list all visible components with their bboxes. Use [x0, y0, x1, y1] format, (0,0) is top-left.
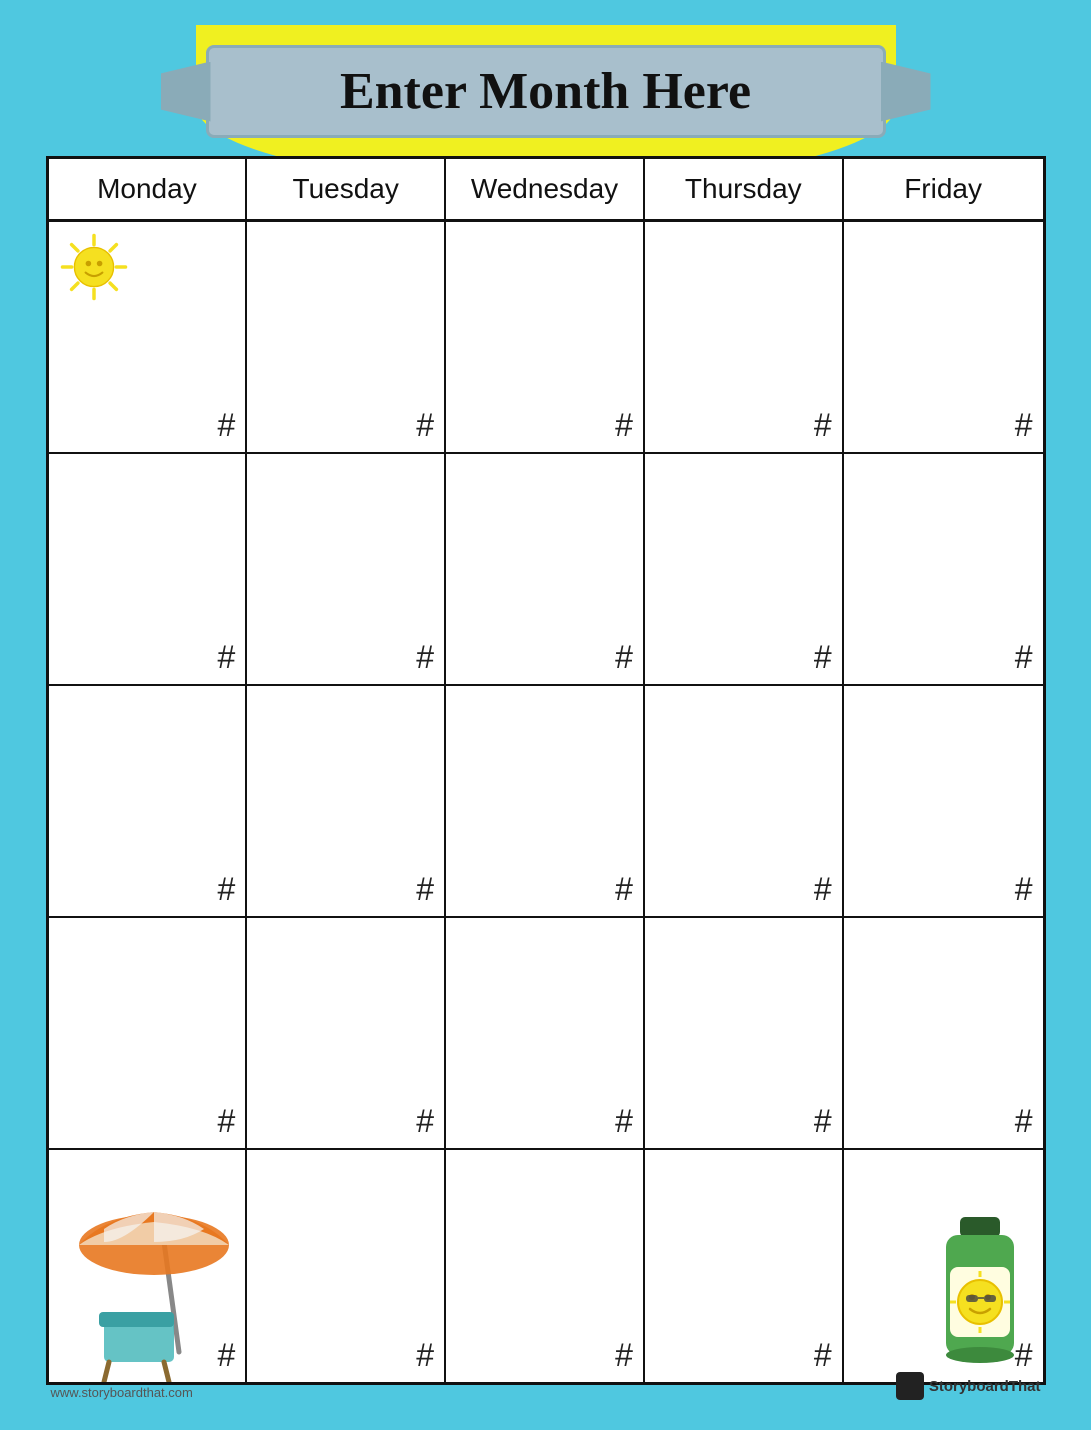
date-r4c4[interactable]: #	[814, 1103, 832, 1140]
date-r1c1[interactable]: #	[218, 407, 236, 444]
date-r3c3[interactable]: #	[615, 871, 633, 908]
cell-r5c1[interactable]: #	[49, 1150, 248, 1382]
date-r5c3[interactable]: #	[615, 1337, 633, 1374]
date-r2c4[interactable]: #	[814, 639, 832, 676]
date-r4c2[interactable]: #	[416, 1103, 434, 1140]
date-r4c1[interactable]: #	[218, 1103, 236, 1140]
calendar: Monday Tuesday Wednesday Thursday Friday	[46, 156, 1046, 1385]
date-r5c5[interactable]: #	[1015, 1337, 1033, 1374]
cell-r1c4[interactable]: #	[645, 222, 844, 454]
header-friday: Friday	[844, 159, 1043, 219]
date-r3c2[interactable]: #	[416, 871, 434, 908]
date-r2c5[interactable]: #	[1015, 639, 1033, 676]
storyboardthat-logo: StoryboardThat	[896, 1372, 1041, 1400]
cell-r1c5[interactable]: #	[844, 222, 1043, 454]
cell-r3c2[interactable]: #	[247, 686, 446, 918]
cell-r3c1[interactable]: #	[49, 686, 248, 918]
header-tuesday: Tuesday	[247, 159, 446, 219]
sun-icon	[59, 232, 129, 302]
cell-r5c3[interactable]: #	[446, 1150, 645, 1382]
date-r3c1[interactable]: #	[218, 871, 236, 908]
cell-r2c3[interactable]: #	[446, 454, 645, 686]
cell-r4c4[interactable]: #	[645, 918, 844, 1150]
date-r3c4[interactable]: #	[814, 871, 832, 908]
date-r2c3[interactable]: #	[615, 639, 633, 676]
day-headers-row: Monday Tuesday Wednesday Thursday Friday	[49, 159, 1043, 222]
date-r5c2[interactable]: #	[416, 1337, 434, 1374]
month-title[interactable]: Enter Month Here	[340, 62, 751, 121]
date-r2c1[interactable]: #	[218, 639, 236, 676]
cell-r3c5[interactable]: #	[844, 686, 1043, 918]
header-monday: Monday	[49, 159, 248, 219]
cell-r5c4[interactable]: #	[645, 1150, 844, 1382]
date-r4c3[interactable]: #	[615, 1103, 633, 1140]
cell-r2c2[interactable]: #	[247, 454, 446, 686]
date-r1c4[interactable]: #	[814, 407, 832, 444]
cell-r3c4[interactable]: #	[645, 686, 844, 918]
logo-icon	[896, 1372, 924, 1400]
cell-r2c4[interactable]: #	[645, 454, 844, 686]
date-r2c2[interactable]: #	[416, 639, 434, 676]
date-r1c2[interactable]: #	[416, 407, 434, 444]
cell-r4c5[interactable]: #	[844, 918, 1043, 1150]
cell-r4c1[interactable]: #	[49, 918, 248, 1150]
date-r1c3[interactable]: #	[615, 407, 633, 444]
date-r1c5[interactable]: #	[1015, 407, 1033, 444]
cell-r2c5[interactable]: #	[844, 454, 1043, 686]
header-thursday: Thursday	[645, 159, 844, 219]
page: Enter Month Here Monday Tuesday Wednesda…	[26, 25, 1066, 1405]
logo-text: StoryboardThat	[929, 1378, 1041, 1395]
cell-r4c3[interactable]: #	[446, 918, 645, 1150]
cell-r5c5[interactable]: #	[844, 1150, 1043, 1382]
date-r4c5[interactable]: #	[1015, 1103, 1033, 1140]
banner: Enter Month Here	[206, 45, 886, 138]
date-r3c5[interactable]: #	[1015, 871, 1033, 908]
watermark-url: www.storyboardthat.com	[51, 1385, 193, 1400]
cell-r1c2[interactable]: #	[247, 222, 446, 454]
cell-r5c2[interactable]: #	[247, 1150, 446, 1382]
header-wednesday: Wednesday	[446, 159, 645, 219]
header-area: Enter Month Here	[46, 45, 1046, 138]
cell-r3c3[interactable]: #	[446, 686, 645, 918]
date-r5c1[interactable]: #	[218, 1337, 236, 1374]
cell-r1c1[interactable]: #	[49, 222, 248, 454]
calendar-grid: # # # # # # # #	[49, 222, 1043, 1382]
cell-r2c1[interactable]: #	[49, 454, 248, 686]
cell-r4c2[interactable]: #	[247, 918, 446, 1150]
date-r5c4[interactable]: #	[814, 1337, 832, 1374]
cell-r1c3[interactable]: #	[446, 222, 645, 454]
